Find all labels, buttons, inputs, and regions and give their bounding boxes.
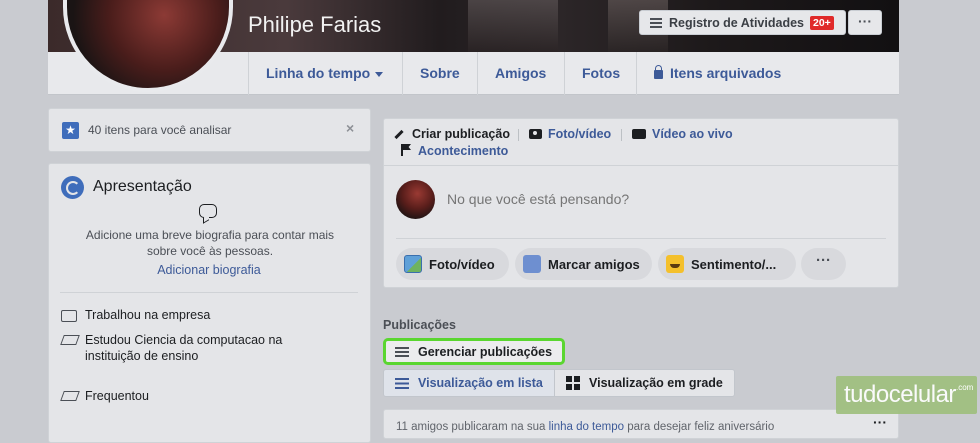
list-view-icon (395, 377, 409, 389)
tab-archived[interactable]: Itens arquivados (636, 52, 798, 95)
photo-video-button[interactable]: Foto/vídeo (396, 248, 509, 280)
flag-icon (401, 144, 403, 156)
post-options-button[interactable]: ··· (873, 414, 887, 430)
intro-education: Estudou Ciencia da computacao na institu… (85, 333, 283, 363)
grid-view-button[interactable]: Visualização em grade (555, 369, 735, 397)
timeline-link[interactable]: linha do tempo (549, 421, 624, 433)
camera-icon (529, 129, 542, 139)
caret-down-icon (375, 71, 384, 77)
divider (518, 129, 519, 141)
star-icon: ★ (62, 122, 79, 139)
photo-icon (404, 255, 422, 273)
profile-more-button[interactable]: ··· (848, 10, 882, 35)
tag-friends-label: Marcar amigos (548, 256, 640, 272)
tab-photos-label: Fotos (582, 65, 621, 81)
composer-more-button[interactable]: ··· (801, 248, 846, 280)
photo-video-label: Foto/vídeo (429, 256, 495, 272)
tab-about[interactable]: Sobre (402, 52, 477, 95)
photo-video-tab[interactable]: Foto/vídeo (548, 127, 611, 141)
live-video-tab[interactable]: Vídeo ao vivo (652, 127, 733, 141)
globe-icon (61, 176, 84, 199)
watermark-logo: tudocelular (836, 376, 977, 414)
activity-log-button[interactable]: Registro de Atividades 20+ (639, 10, 846, 35)
settings-list-icon (395, 346, 409, 357)
feeling-button[interactable]: Sentimento/... (658, 248, 796, 280)
speech-bubble-icon (199, 204, 217, 218)
list-icon (650, 17, 662, 28)
birthday-summary-prefix: 11 amigos publicaram na sua (396, 421, 549, 433)
grid-view-icon (566, 376, 580, 390)
birthday-summary-text: 11 amigos publicaram na sua linha do tem… (396, 421, 774, 433)
user-avatar[interactable] (396, 180, 435, 219)
grid-view-label: Visualização em grade (589, 376, 723, 390)
tab-friends-label: Amigos (495, 65, 547, 81)
close-icon[interactable]: × (346, 120, 354, 136)
bio-prompt: Adicione uma breve biografia para contar… (85, 228, 335, 258)
manage-posts-label: Gerenciar publicações (418, 344, 553, 359)
lock-icon (654, 65, 663, 79)
life-event-tab[interactable]: Acontecimento (418, 144, 508, 158)
manage-posts-button[interactable]: Gerenciar publicações (383, 338, 565, 365)
list-view-label: Visualização em lista (418, 376, 543, 390)
profile-name[interactable]: Philipe Farias (248, 12, 381, 38)
add-bio-link[interactable]: Adicionar biografia (70, 263, 348, 277)
intro-attended: Frequentou (85, 389, 149, 403)
tab-timeline-label: Linha do tempo (266, 65, 371, 81)
intro-title: Apresentação (93, 178, 192, 195)
activity-log-label: Registro de Atividades (669, 15, 804, 30)
birthday-summary-suffix: para desejar feliz aniversário (624, 421, 775, 433)
create-post-tab[interactable]: Criar publicação (412, 127, 510, 141)
video-camera-icon (632, 129, 646, 139)
intro-work: Trabalhou na empresa (85, 308, 211, 322)
tab-about-label: Sobre (420, 65, 460, 81)
briefcase-icon (61, 310, 77, 322)
posts-heading: Publicações (383, 318, 456, 332)
smiley-icon (666, 255, 684, 273)
activity-count-badge: 20+ (810, 15, 834, 30)
divider (60, 292, 358, 293)
divider (384, 165, 898, 166)
status-input[interactable] (447, 191, 867, 207)
tab-friends[interactable]: Amigos (477, 52, 563, 95)
divider (621, 129, 622, 141)
review-notice-text[interactable]: 40 itens para você analisar (88, 123, 231, 137)
tab-photos[interactable]: Fotos (564, 52, 637, 95)
tag-friends-button[interactable]: Marcar amigos (515, 248, 652, 280)
watermark-domain: .com (956, 383, 974, 392)
tab-archived-label: Itens arquivados (670, 65, 782, 81)
divider (396, 238, 886, 239)
tab-timeline[interactable]: Linha do tempo (248, 52, 400, 95)
list-view-button[interactable]: Visualização em lista (383, 369, 555, 397)
tag-friends-icon (523, 255, 541, 273)
feeling-label: Sentimento/... (691, 256, 777, 272)
